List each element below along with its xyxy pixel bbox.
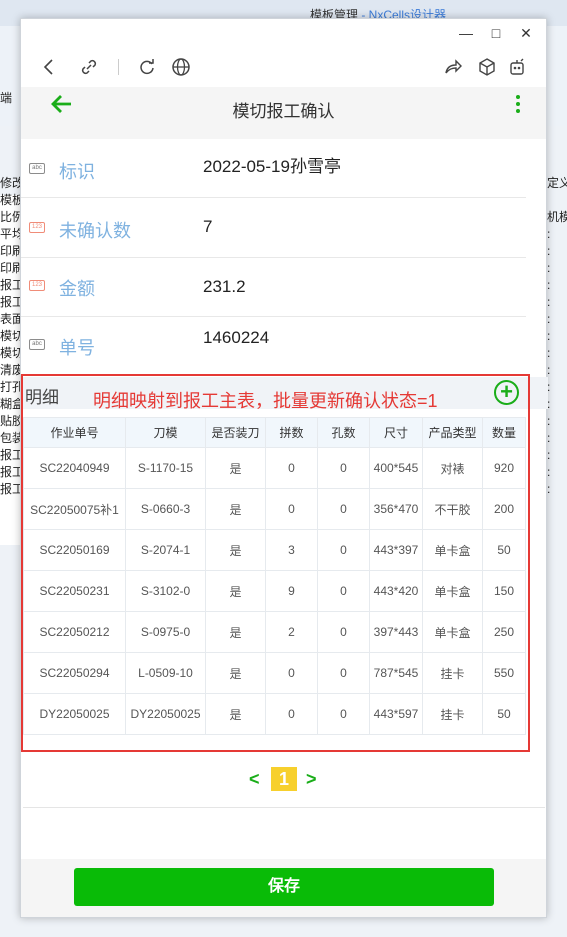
host-left-cell: 报工	[0, 278, 22, 292]
refresh-icon[interactable]	[135, 55, 159, 79]
next-page-button[interactable]: >	[306, 769, 317, 790]
globe-icon[interactable]	[169, 55, 193, 79]
text-field-icon: abc	[29, 339, 45, 350]
host-left-cell: 报工	[0, 465, 22, 479]
app-window: — □ ✕ 模切报工确认 abc 标识 2022-05-19孙雪亭 123 未确…	[20, 18, 548, 918]
host-right-cell: :	[547, 295, 551, 309]
host-right-cell: :	[547, 278, 551, 292]
host-right-cell: :	[547, 329, 551, 343]
footer-bar: 保存	[21, 859, 546, 917]
host-left-cell: 平均	[0, 227, 22, 241]
share-icon[interactable]	[441, 55, 465, 79]
host-left-cell: 报工	[0, 295, 22, 309]
field-label: 标识	[59, 162, 95, 182]
host-left-cell	[0, 158, 22, 175]
cube-icon[interactable]	[475, 55, 499, 79]
host-right-column: 定义机模::::::::::::::::	[547, 175, 567, 498]
host-right-cell: :	[547, 431, 551, 445]
prev-page-button[interactable]: <	[249, 769, 260, 790]
field-unconfirmed-count: 123 未确认数 7	[21, 199, 526, 258]
number-field-icon: 123	[29, 280, 45, 291]
app-header: 模切报工确认	[21, 87, 546, 129]
field-value[interactable]: 1460224	[203, 328, 269, 348]
more-menu-icon[interactable]	[516, 95, 522, 116]
host-left-cell: 报工	[0, 448, 22, 462]
host-left-cell: 清废	[0, 363, 22, 377]
close-icon[interactable]: ✕	[516, 25, 536, 42]
annotation-highlight-box	[21, 374, 530, 752]
bot-icon[interactable]	[505, 55, 529, 79]
maximize-icon[interactable]: □	[486, 25, 506, 41]
number-field-icon: 123	[29, 222, 45, 233]
host-left-cell: 表面	[0, 312, 22, 326]
pager-divider	[23, 807, 545, 808]
host-left-cell: 模板	[0, 193, 22, 207]
field-label: 单号	[59, 338, 95, 358]
field-value[interactable]: 231.2	[203, 277, 246, 297]
field-value[interactable]: 7	[203, 217, 212, 237]
host-right-cell: :	[547, 380, 551, 394]
host-right-cell: :	[547, 312, 551, 326]
host-right-cell: :	[547, 227, 551, 241]
host-right-cell: 机模	[547, 210, 567, 224]
field-label: 金额	[59, 279, 95, 299]
host-left-cell: 报工	[0, 482, 22, 496]
header-divider	[21, 129, 546, 139]
host-right-cell: :	[547, 414, 551, 428]
minimize-icon[interactable]: —	[456, 25, 476, 41]
save-button[interactable]: 保存	[74, 868, 494, 906]
host-left-cell	[0, 107, 22, 124]
host-right-cell: :	[547, 244, 551, 258]
toolbar-separator	[118, 59, 119, 75]
host-left-cell: 打孔	[0, 380, 22, 394]
host-left-cell	[0, 124, 22, 141]
pagination: < 1 >	[21, 767, 546, 797]
field-identifier: abc 标识 2022-05-19孙雪亭	[21, 139, 526, 198]
text-field-icon: abc	[29, 163, 45, 174]
field-label: 未确认数	[59, 221, 131, 241]
host-left-cell: 修改	[0, 176, 22, 190]
host-right-cell: :	[547, 261, 551, 275]
host-right-cell: :	[547, 363, 551, 377]
host-left-cell: 模切	[0, 346, 22, 360]
chevron-left-icon[interactable]	[37, 55, 61, 79]
host-left-cell: 糊盒	[0, 397, 22, 411]
field-amount: 123 金额 231.2	[21, 258, 526, 317]
host-left-cell	[0, 141, 22, 158]
host-left-cell: 模切	[0, 329, 22, 343]
host-right-cell: :	[547, 346, 551, 360]
host-right-cell: :	[547, 448, 551, 462]
host-left-column: 端修改 模板 比例 平均 印刷 印刷 报工 报工 表面 模切 模切 清废 打孔 糊盒 贴胶 包装 报工 报工 报工	[0, 90, 22, 498]
host-right-cell: :	[547, 482, 551, 496]
host-right-cell: :	[547, 465, 551, 479]
browser-toolbar	[21, 51, 546, 83]
host-left-cell: 比例	[0, 210, 22, 224]
host-right-cell: :	[547, 397, 551, 411]
current-page-button[interactable]: 1	[271, 767, 297, 791]
host-left-cell: 包装	[0, 431, 22, 445]
host-left-cell: 印刷	[0, 244, 22, 258]
host-right-cell	[547, 192, 567, 209]
link-icon[interactable]	[77, 55, 101, 79]
field-value[interactable]: 2022-05-19孙雪亭	[203, 152, 341, 177]
host-left-cell: 印刷	[0, 261, 22, 275]
host-left-cell: 贴胶	[0, 414, 22, 428]
page-title: 模切报工确认	[232, 102, 335, 121]
host-right-cell: 定义	[547, 176, 567, 190]
host-left-cell: 端	[0, 91, 13, 105]
field-order-number: abc 单号 1460224	[21, 317, 526, 376]
